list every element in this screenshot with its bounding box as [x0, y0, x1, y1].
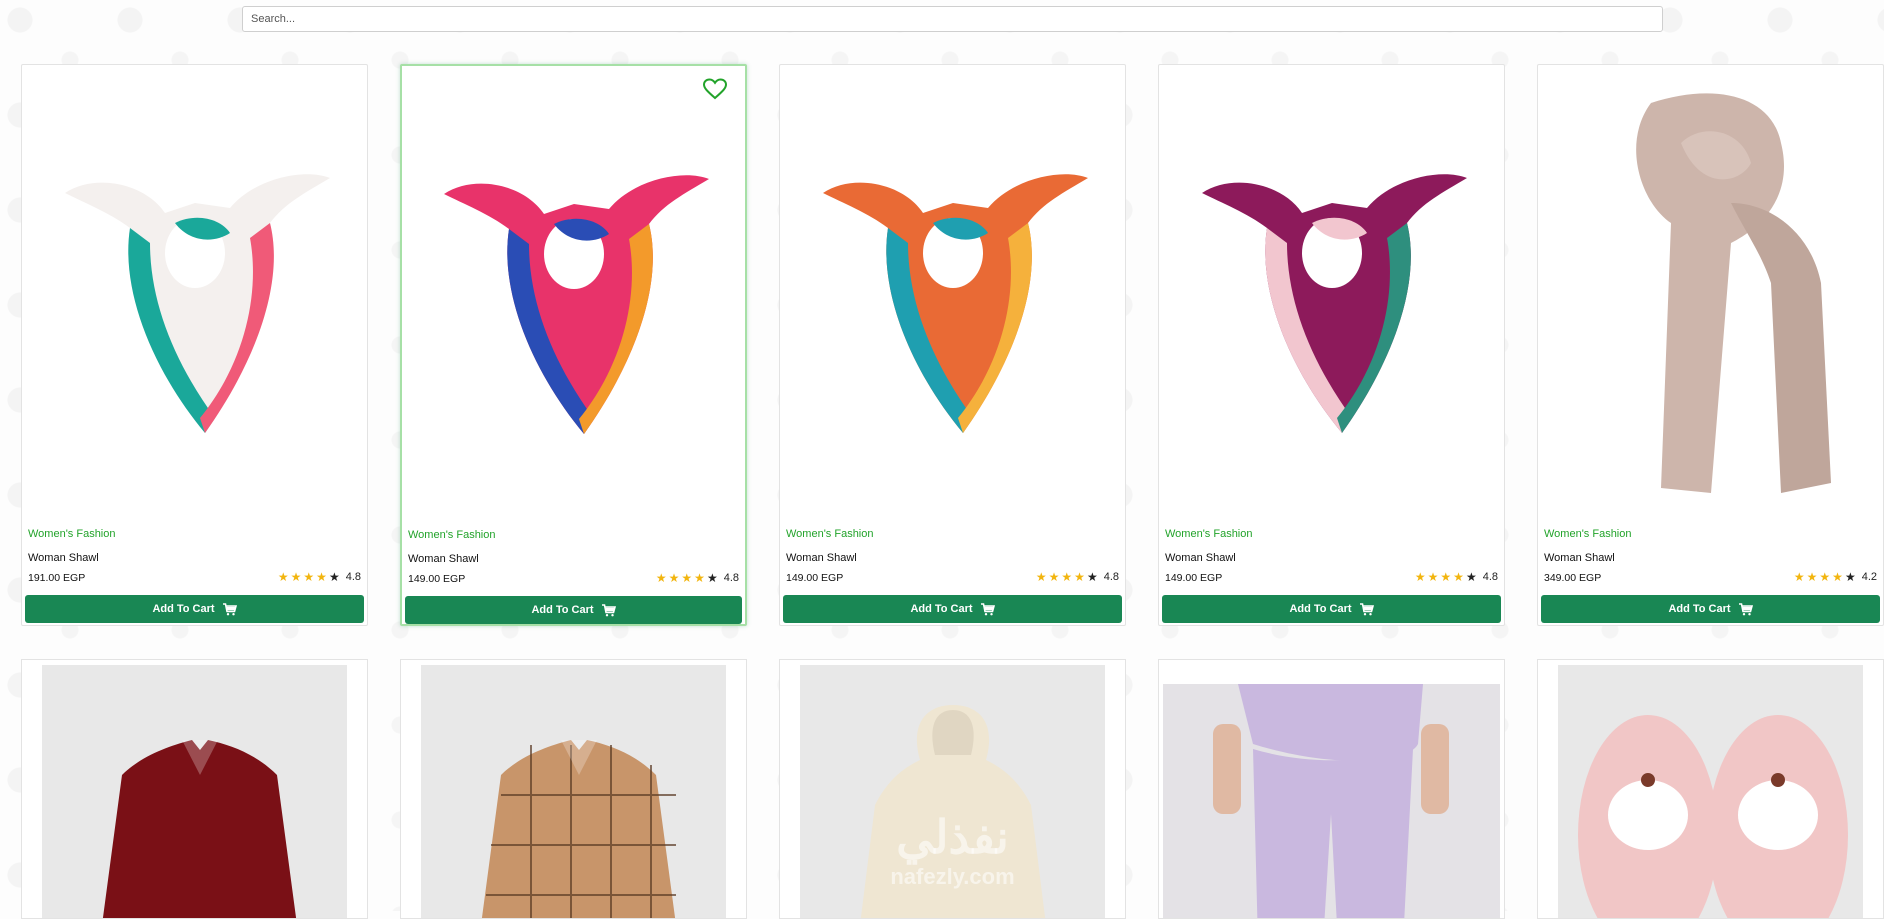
product-image	[443, 175, 709, 434]
product-card[interactable]: Women's Fashion Woman Shawl 149.00 EGP ★ ★ ★ ★…	[779, 64, 1126, 626]
rating-value: 4.8	[1103, 571, 1119, 583]
product-card[interactable]: نفذلي nafezly.com	[779, 659, 1126, 919]
star-icon: ★	[1061, 570, 1073, 584]
product-image[interactable]	[1558, 665, 1863, 918]
star-icon: ★	[706, 571, 718, 585]
watermark: نفذلي nafezly.com	[890, 811, 1015, 889]
add-to-cart-label: Add To Cart	[1668, 603, 1731, 615]
product-price: 149.00 EGP	[1165, 572, 1223, 584]
product-category: Women's Fashion	[1544, 528, 1632, 540]
product-card[interactable]	[1158, 659, 1505, 919]
product-card[interactable]: Women's Fashion Woman Shawl 149.00 EGP ★ ★ ★ ★…	[400, 64, 747, 626]
star-icon: ★	[1035, 570, 1047, 584]
star-icon: ★	[316, 570, 327, 584]
cart-icon	[601, 603, 616, 616]
product-card[interactable]: Women's Fashion Woman Shawl 149.00 EGP ★ ★ ★ ★…	[1158, 64, 1505, 626]
product-image[interactable]	[1163, 684, 1500, 918]
star-icon: ★	[1440, 570, 1452, 584]
star-icon: ★	[290, 570, 302, 584]
product-price: 149.00 EGP	[786, 572, 844, 584]
search-input[interactable]	[242, 6, 1663, 32]
star-icon: ★	[1427, 570, 1439, 584]
cart-icon	[1359, 602, 1374, 615]
product-rating: ★ ★ ★ ★ ★ 4.2	[1794, 571, 1877, 583]
product-image[interactable]	[42, 665, 347, 918]
product-card[interactable]	[400, 659, 747, 919]
star-icon: ★	[1086, 570, 1098, 584]
product-name[interactable]: Woman Shawl	[1165, 552, 1236, 564]
product-category: Women's Fashion	[786, 528, 874, 540]
product-image-area[interactable]	[1538, 73, 1883, 513]
product-rating: ★ ★ ★ ★ ★ 4.8	[656, 572, 739, 584]
star-icon: ★	[1414, 570, 1426, 584]
star-icon: ★	[328, 570, 340, 584]
product-price: 191.00 EGP	[28, 572, 86, 584]
product-image	[64, 174, 330, 433]
product-image	[1201, 174, 1467, 433]
product-rating: ★ ★ ★ ★ ★ 4.8	[1415, 571, 1498, 583]
cart-icon	[222, 602, 237, 615]
star-icon: ★	[1819, 570, 1831, 584]
product-name[interactable]: Woman Shawl	[28, 552, 99, 564]
add-to-cart-button[interactable]: Add To Cart	[783, 595, 1122, 623]
add-to-cart-label: Add To Cart	[152, 603, 215, 615]
add-to-cart-label: Add To Cart	[531, 604, 594, 616]
star-icon: ★	[277, 570, 289, 584]
product-image	[822, 174, 1088, 433]
product-name[interactable]: Woman Shawl	[1544, 552, 1615, 564]
product-card[interactable]: Women's Fashion Woman Shawl 191.00 EGP ★ ★ ★ ★…	[21, 64, 368, 626]
product-name[interactable]: Woman Shawl	[408, 553, 479, 565]
product-rating: ★ ★ ★ ★ ★ 4.8	[278, 571, 361, 583]
product-image-area[interactable]	[22, 73, 367, 513]
product-image[interactable]	[421, 665, 726, 918]
add-to-cart-label: Add To Cart	[910, 603, 973, 615]
product-price: 149.00 EGP	[408, 573, 466, 585]
add-to-cart-button[interactable]: Add To Cart	[405, 596, 742, 624]
product-category: Women's Fashion	[28, 528, 116, 540]
star-icon: ★	[303, 570, 315, 584]
product-category: Women's Fashion	[1165, 528, 1253, 540]
star-icon: ★	[1793, 570, 1805, 584]
rating-value: 4.8	[345, 571, 361, 583]
star-icon: ★	[1074, 570, 1085, 584]
rating-value: 4.2	[1861, 571, 1877, 583]
star-icon: ★	[1832, 570, 1843, 584]
product-image-area[interactable]	[780, 73, 1125, 513]
product-card[interactable]	[1537, 659, 1884, 919]
product-image[interactable]: نفذلي nafezly.com	[800, 665, 1105, 918]
star-icon: ★	[655, 571, 667, 585]
star-icon: ★	[668, 571, 680, 585]
add-to-cart-button[interactable]: Add To Cart	[1162, 595, 1501, 623]
cart-icon	[980, 602, 995, 615]
star-icon: ★	[1453, 570, 1464, 584]
star-icon: ★	[1465, 570, 1477, 584]
product-card[interactable]	[21, 659, 368, 919]
product-name[interactable]: Woman Shawl	[786, 552, 857, 564]
star-icon: ★	[681, 571, 693, 585]
star-icon: ★	[1844, 570, 1856, 584]
product-category: Women's Fashion	[408, 529, 496, 541]
product-card[interactable]: Women's Fashion Woman Shawl 349.00 EGP ★ ★ ★ ★…	[1537, 64, 1884, 626]
rating-value: 4.8	[1482, 571, 1498, 583]
search-bar	[242, 6, 1663, 32]
product-image-area[interactable]	[402, 74, 745, 514]
add-to-cart-button[interactable]: Add To Cart	[25, 595, 364, 623]
star-icon: ★	[1806, 570, 1818, 584]
product-price: 349.00 EGP	[1544, 572, 1602, 584]
add-to-cart-label: Add To Cart	[1289, 603, 1352, 615]
cart-icon	[1738, 602, 1753, 615]
add-to-cart-button[interactable]: Add To Cart	[1541, 595, 1880, 623]
product-image-area[interactable]	[1159, 73, 1504, 513]
star-icon: ★	[694, 571, 705, 585]
rating-value: 4.8	[723, 572, 739, 584]
star-icon: ★	[1048, 570, 1060, 584]
product-image	[1635, 93, 1831, 494]
product-rating: ★ ★ ★ ★ ★ 4.8	[1036, 571, 1119, 583]
